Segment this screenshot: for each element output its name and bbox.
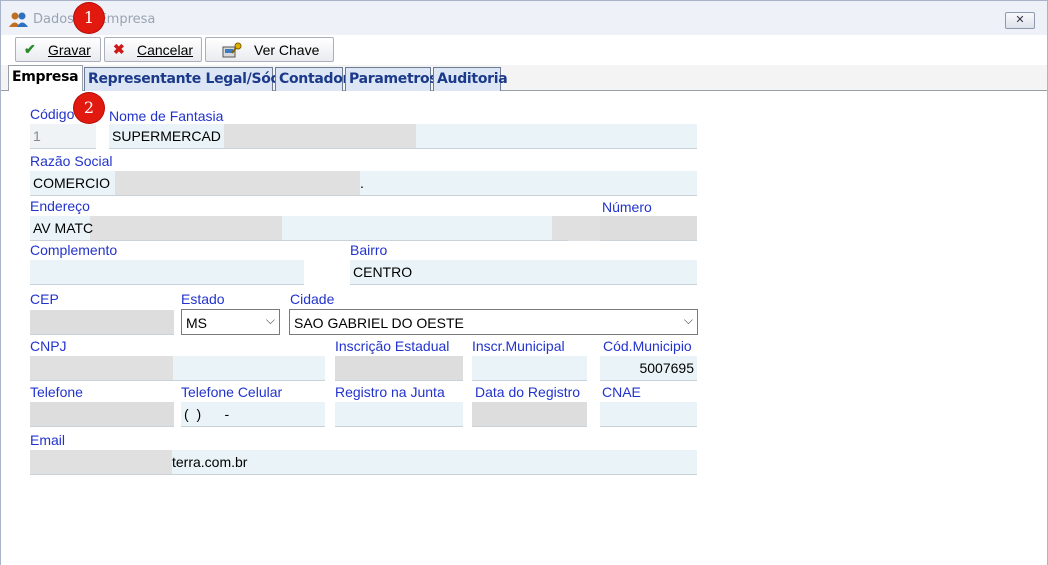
cnae-field[interactable] <box>600 402 697 427</box>
estado-select[interactable]: MS ⌵ <box>181 309 280 335</box>
gravar-button[interactable]: ✔ Gravar <box>15 37 101 62</box>
data-registro-field[interactable] <box>472 402 587 427</box>
telefone-celular-label: Telefone Celular <box>181 384 283 400</box>
close-icon: ✕ <box>1015 14 1025 26</box>
registro-junta-label: Registro na Junta <box>335 384 445 400</box>
cidade-value: SAO GABRIEL DO OESTE <box>294 315 464 331</box>
estado-label: Estado <box>181 291 225 307</box>
telefone-field[interactable] <box>30 402 174 427</box>
inscricao-estadual-label: Inscrição Estadual <box>335 338 450 354</box>
telefone-label: Telefone <box>30 384 83 400</box>
annotation-badge-2: 2 <box>74 93 104 123</box>
chevron-down-icon: ⌵ <box>265 313 275 327</box>
endereco-field[interactable]: AV MATC <box>30 216 568 241</box>
numero-label: Número <box>602 199 652 215</box>
tab-parametros[interactable]: Parametros <box>345 67 438 91</box>
x-cross-icon: ✖ <box>113 41 125 57</box>
tab-representante-legal[interactable]: Representante Legal/Sócios <box>84 67 301 91</box>
razao-social-value: COMERCIO <box>33 175 110 191</box>
tab-auditoria[interactable]: Auditoria <box>433 67 508 91</box>
redacted-block <box>115 171 360 195</box>
email-value: terra.com.br <box>172 454 248 470</box>
nome-fantasia-field[interactable]: SUPERMERCAD <box>109 124 697 149</box>
cidade-select[interactable]: SAO GABRIEL DO OESTE ⌵ <box>289 309 698 335</box>
redacted-block <box>30 450 172 474</box>
nome-fantasia-value: SUPERMERCAD <box>112 128 221 144</box>
inscr-municipal-label: Inscr.Municipal <box>472 338 565 354</box>
endereco-value: AV MATC <box>33 220 94 236</box>
cod-municipio-label: Cód.Municipio <box>603 338 692 354</box>
codigo-field[interactable]: 1 <box>30 124 96 149</box>
close-button[interactable]: ✕ <box>1005 12 1035 29</box>
redacted-block <box>552 216 568 240</box>
codigo-label: Código <box>30 106 75 122</box>
redacted-block <box>90 216 282 240</box>
checkmark-icon: ✔ <box>24 41 36 57</box>
bairro-label: Bairro <box>350 242 388 258</box>
redacted-block <box>224 124 416 148</box>
cep-field[interactable] <box>30 310 174 335</box>
tab-contador[interactable]: Contador <box>275 67 349 91</box>
annotation-badge-1: 1 <box>74 3 104 33</box>
cep-label: CEP <box>30 291 59 307</box>
users-icon <box>9 12 28 27</box>
complemento-label: Complemento <box>30 242 118 258</box>
razao-social-label: Razão Social <box>30 153 113 169</box>
razao-social-suffix: . <box>360 175 364 191</box>
endereco-label: Endereço <box>30 198 90 214</box>
tab-empresa[interactable]: Empresa <box>8 65 83 92</box>
razao-social-field[interactable]: COMERCIO . <box>30 171 697 196</box>
toolbar: ✔ Gravar ✖ Cancelar Ver Chave <box>1 35 1047 65</box>
cnae-label: CNAE <box>602 384 641 400</box>
data-registro-label: Data do Registro <box>475 384 581 400</box>
complemento-field[interactable] <box>30 260 304 285</box>
empresa-panel: Código 1 Nome de Fantasia SUPERMERCAD Ra… <box>1 91 1047 565</box>
bairro-field[interactable]: CENTRO <box>350 260 697 285</box>
registro-junta-field[interactable] <box>335 402 463 427</box>
redacted-block <box>30 356 173 380</box>
key-icon <box>222 42 242 57</box>
dados-empresa-window: Dados da Empresa ✕ 1 2 ✔ Gravar ✖ Cancel… <box>0 0 1048 565</box>
cidade-label: Cidade <box>290 291 335 307</box>
title-bar: Dados da Empresa ✕ <box>1 1 1047 35</box>
ver-chave-button[interactable]: Ver Chave <box>205 37 334 62</box>
cancelar-label: Cancelar <box>137 41 194 58</box>
cnpj-field[interactable] <box>30 356 325 381</box>
inscr-municipal-field[interactable] <box>472 356 587 381</box>
estado-value: MS <box>186 315 207 331</box>
cod-municipio-field[interactable]: 5007695 <box>600 356 697 381</box>
email-field[interactable]: terra.com.br <box>30 450 697 475</box>
gravar-label: Gravar <box>48 41 91 58</box>
ver-chave-label: Ver Chave <box>254 41 320 58</box>
telefone-celular-field[interactable]: ( ) - <box>181 402 325 427</box>
chevron-down-icon: ⌵ <box>683 313 693 327</box>
email-label: Email <box>30 432 66 448</box>
numero-field[interactable] <box>600 216 697 241</box>
inscricao-estadual-field[interactable] <box>335 356 463 381</box>
nome-fantasia-label: Nome de Fantasia <box>109 108 224 124</box>
cancelar-button[interactable]: ✖ Cancelar <box>104 37 202 62</box>
cnpj-label: CNPJ <box>30 338 67 354</box>
tab-bar: Empresa Representante Legal/Sócios Conta… <box>1 65 1047 92</box>
redacted-block <box>568 216 600 241</box>
